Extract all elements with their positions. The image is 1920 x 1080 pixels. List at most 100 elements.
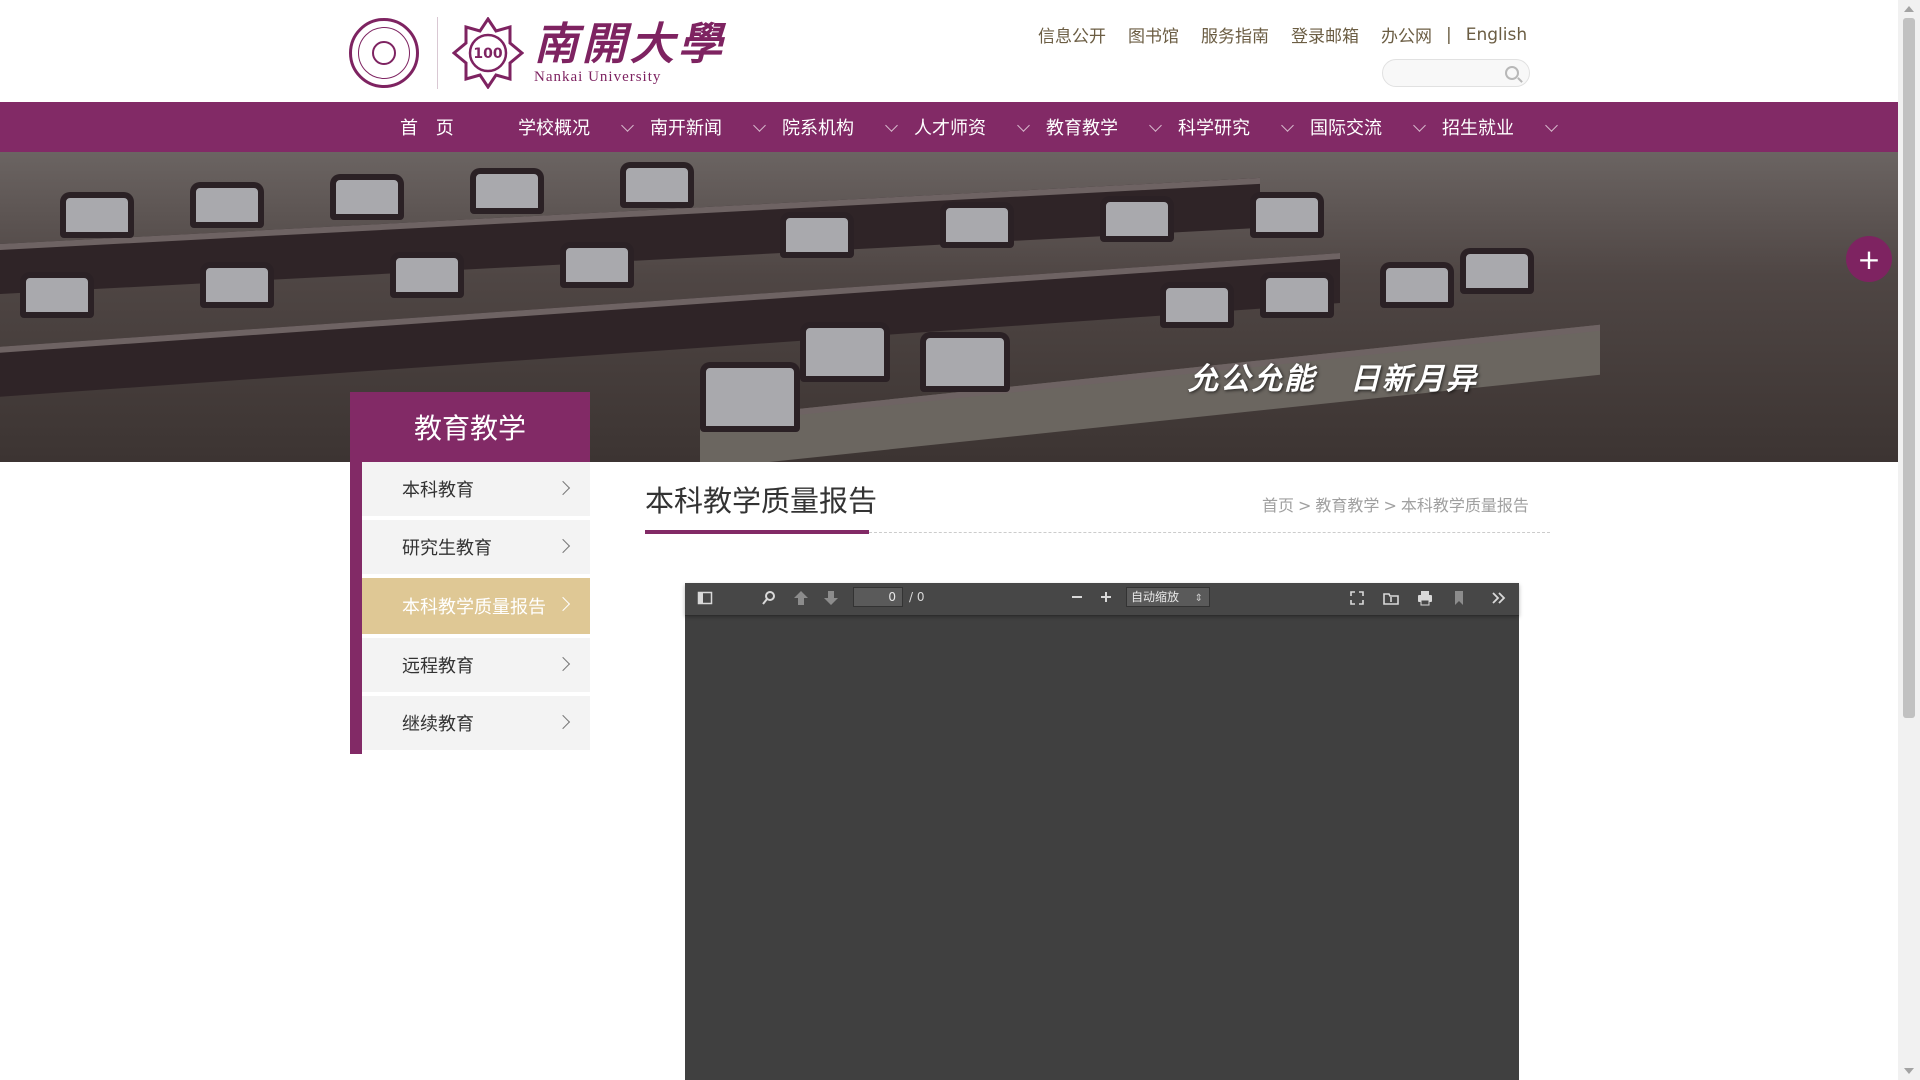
- previous-page-icon[interactable]: [793, 590, 809, 610]
- top-link-office-net[interactable]: 办公网: [1381, 22, 1432, 47]
- banner-chair: [1260, 272, 1334, 318]
- nav-item-education[interactable]: 教育教学: [1046, 102, 1178, 152]
- chevron-down-icon: [885, 119, 898, 132]
- bookmark-icon[interactable]: [1451, 590, 1467, 610]
- page-scrollbar[interactable]: [1898, 0, 1920, 1080]
- breadcrumb-separator: >: [1383, 496, 1397, 515]
- nav-item-research[interactable]: 科学研究: [1178, 102, 1310, 152]
- chevron-down-icon: [1281, 119, 1294, 132]
- chevron-right-icon: [555, 656, 571, 672]
- banner-chair: [700, 362, 800, 432]
- main-nav: 首 页 学校概况 南开新闻 院系机构 人才师资 教育教学 科学研究 国际交流 招…: [0, 102, 1898, 152]
- nav-item-international[interactable]: 国际交流: [1310, 102, 1442, 152]
- banner-chair: [1380, 262, 1454, 308]
- banner-chair: [780, 212, 854, 258]
- nav-item-about[interactable]: 学校概况: [518, 102, 650, 152]
- nav-item-label: 科学研究: [1178, 118, 1250, 139]
- banner-chair: [20, 272, 94, 318]
- nav-item-admissions[interactable]: 招生就业: [1442, 102, 1574, 152]
- nav-item-schools[interactable]: 院系机构: [782, 102, 914, 152]
- sidebar-title: 教育教学: [350, 392, 590, 462]
- chevron-down-icon: [621, 119, 634, 132]
- banner-chair: [60, 192, 134, 238]
- banner-chair: [1460, 248, 1534, 294]
- title-divider: [869, 532, 1550, 533]
- banner-chair: [1160, 282, 1234, 328]
- badge-text: 100: [473, 46, 502, 62]
- scroll-down-arrow-icon[interactable]: [1904, 1068, 1914, 1074]
- presentation-mode-icon[interactable]: [1349, 590, 1365, 610]
- top-link-email-login[interactable]: 登录邮箱: [1291, 22, 1359, 47]
- breadcrumb: 首页 > 教育教学 > 本科教学质量报告: [1262, 492, 1529, 516]
- banner-chair: [560, 242, 634, 288]
- chevron-down-icon: [1545, 119, 1558, 132]
- nav-item-home[interactable]: 首 页: [386, 102, 518, 152]
- banner-chair: [190, 182, 264, 228]
- banner-chair: [1100, 196, 1174, 242]
- zoom-out-icon[interactable]: [1069, 589, 1085, 609]
- nav-item-news[interactable]: 南开新闻: [650, 102, 782, 152]
- top-link-info-disclosure[interactable]: 信息公开: [1038, 22, 1106, 47]
- chevron-right-icon: [555, 480, 571, 496]
- sidebar-item-label: 研究生教育: [402, 538, 492, 559]
- page-number-input[interactable]: 0: [853, 587, 903, 607]
- tools-icon[interactable]: [1491, 590, 1507, 610]
- chevron-down-icon: [1413, 119, 1426, 132]
- slogan-part-2: 日新月异: [1350, 362, 1478, 397]
- top-link-service-guide[interactable]: 服务指南: [1201, 22, 1269, 47]
- next-page-icon[interactable]: [823, 590, 839, 610]
- banner-chair: [330, 174, 404, 220]
- sidebar-accent-bar: [350, 462, 362, 754]
- breadcrumb-home[interactable]: 首页: [1262, 496, 1294, 515]
- chevron-right-icon: [555, 538, 571, 554]
- search-icon[interactable]: [1505, 66, 1519, 80]
- scroll-up-arrow-icon[interactable]: [1904, 6, 1914, 12]
- open-file-icon[interactable]: [1383, 590, 1399, 610]
- chevron-down-icon: [1149, 119, 1162, 132]
- sidebar-item-continuing-education[interactable]: 继续教育: [362, 696, 590, 750]
- sidebar-item-undergraduate[interactable]: 本科教育: [362, 462, 590, 516]
- banner-chair: [470, 168, 544, 214]
- nav-item-label: 首 页: [400, 118, 460, 139]
- sidebar-item-quality-report[interactable]: 本科教学质量报告: [362, 578, 590, 634]
- site-logo[interactable]: 100 南開大學 Nankai University: [349, 16, 726, 90]
- nav-item-label: 教育教学: [1046, 118, 1118, 139]
- nav-item-label: 学校概况: [518, 118, 590, 139]
- sidebar-toggle-icon[interactable]: [697, 590, 713, 610]
- zoom-select-value: 自动缩放: [1131, 590, 1180, 604]
- banner-chair: [1250, 192, 1324, 238]
- pdf-viewer[interactable]: 0 / 0 自动缩放 ⇕: [685, 583, 1519, 1080]
- pdf-toolbar: 0 / 0 自动缩放 ⇕: [685, 583, 1519, 615]
- zoom-select[interactable]: 自动缩放 ⇕: [1126, 587, 1210, 607]
- print-icon[interactable]: [1417, 590, 1433, 610]
- slogan-part-1: 允公允能: [1188, 362, 1316, 397]
- nav-item-label: 国际交流: [1310, 118, 1382, 139]
- banner-chair: [200, 262, 274, 308]
- nav-item-label: 南开新闻: [650, 118, 722, 139]
- centennial-badge-icon: 100: [452, 17, 524, 89]
- sidebar-item-graduate[interactable]: 研究生教育: [362, 520, 590, 574]
- scrollbar-thumb[interactable]: [1903, 18, 1915, 718]
- top-links: 信息公开 图书馆 服务指南 登录邮箱 办公网 | English: [1038, 22, 1549, 48]
- expand-plus-button[interactable]: +: [1846, 236, 1892, 282]
- top-link-library[interactable]: 图书馆: [1128, 22, 1179, 47]
- zoom-in-icon[interactable]: [1098, 589, 1114, 609]
- sidebar-item-distance-education[interactable]: 远程教育: [362, 638, 590, 692]
- nav-item-label: 招生就业: [1442, 118, 1514, 139]
- university-seal-icon: [349, 18, 419, 88]
- sidebar-item-label: 远程教育: [402, 656, 474, 677]
- banner-chair: [940, 202, 1014, 248]
- page-count: / 0: [909, 590, 925, 604]
- sidebar-item-label: 继续教育: [402, 714, 474, 735]
- search-icon[interactable]: [761, 590, 777, 610]
- sidebar-menu: 本科教育 研究生教育 本科教学质量报告 远程教育 继续教育: [362, 462, 590, 754]
- sidebar-item-label: 本科教学质量报告: [402, 597, 546, 618]
- nav-item-faculty[interactable]: 人才师资: [914, 102, 1046, 152]
- select-caret-icon: ⇕: [1194, 593, 1203, 604]
- search-input[interactable]: [1382, 59, 1530, 87]
- top-links-separator: |: [1446, 24, 1452, 45]
- top-link-english[interactable]: English: [1466, 25, 1527, 45]
- hero-banner: 允公允能 日新月异: [0, 152, 1898, 462]
- breadcrumb-education[interactable]: 教育教学: [1315, 496, 1379, 515]
- title-underline: [645, 530, 869, 534]
